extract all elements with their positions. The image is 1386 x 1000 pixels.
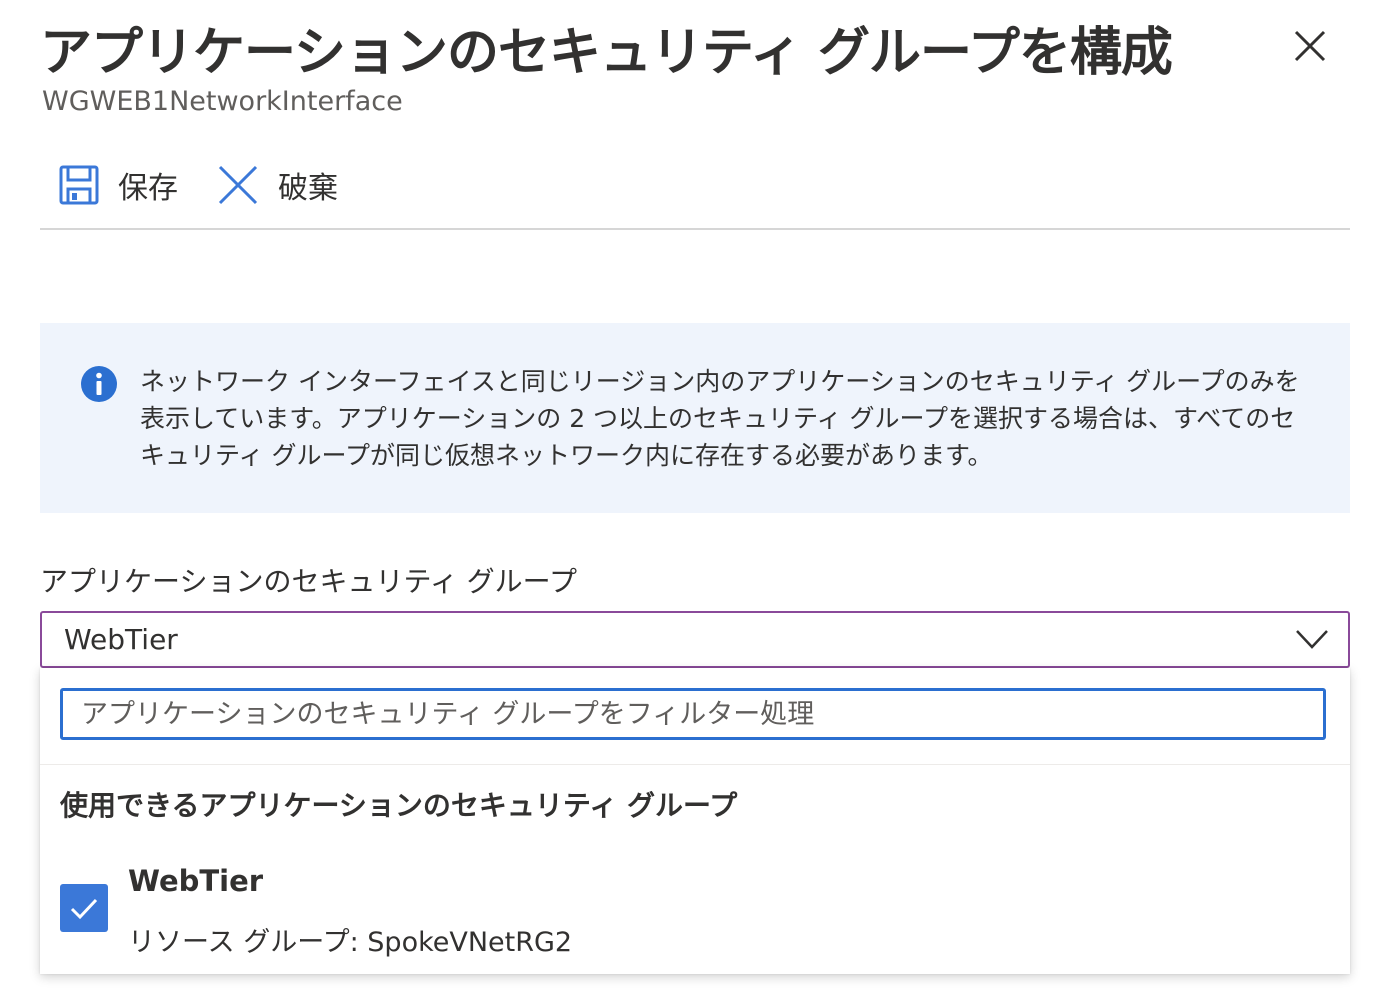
asg-selected-value: WebTier — [64, 623, 178, 656]
page-title: アプリケーションのセキュリティ グループを構成 — [40, 23, 1173, 83]
asg-dropdown-panel: 使用できるアプリケーションのセキュリティ グループ WebTier リソース グ… — [40, 668, 1350, 974]
available-asg-heading: 使用できるアプリケーションのセキュリティ グループ — [60, 789, 738, 822]
discard-icon — [218, 165, 258, 205]
close-button[interactable] — [1288, 24, 1332, 68]
asg-option-checkbox[interactable] — [60, 884, 108, 932]
info-message: ネットワーク インターフェイスと同じリージョン内のアプリケーションのセキュリティ… — [140, 367, 1300, 470]
asg-option-name: WebTier — [128, 864, 264, 898]
panel-divider — [40, 764, 1350, 765]
save-button[interactable]: 保存 — [58, 162, 178, 208]
chevron-down-icon — [1296, 630, 1328, 649]
asg-field-label: アプリケーションのセキュリティ グループ — [40, 565, 577, 598]
asg-filter-input[interactable] — [60, 688, 1326, 740]
command-bar: 保存 破棄 — [40, 150, 1350, 230]
asg-option-resource-group: リソース グループ: SpokeVNetRG2 — [128, 927, 573, 958]
asg-select[interactable]: WebTier — [40, 611, 1350, 668]
asg-option-webtier[interactable]: WebTier リソース グループ: SpokeVNetRG2 — [40, 854, 1350, 964]
info-icon — [81, 366, 117, 402]
discard-label: 破棄 — [278, 171, 338, 206]
save-label: 保存 — [118, 171, 178, 206]
close-icon — [1294, 30, 1326, 62]
checkmark-icon — [70, 898, 98, 920]
page-subtitle: WGWEB1NetworkInterface — [42, 86, 403, 117]
save-icon — [59, 165, 99, 205]
discard-button[interactable]: 破棄 — [216, 162, 338, 208]
info-banner: ネットワーク インターフェイスと同じリージョン内のアプリケーションのセキュリティ… — [40, 323, 1350, 513]
